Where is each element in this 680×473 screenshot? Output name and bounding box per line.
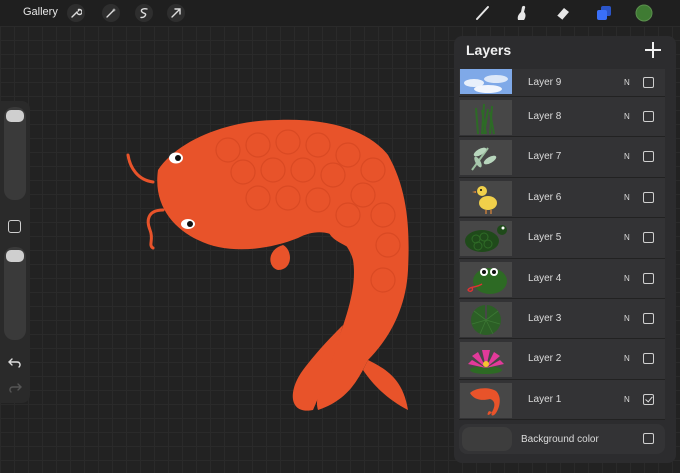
opacity-slider[interactable] <box>4 247 26 340</box>
undo-icon[interactable] <box>6 356 24 370</box>
layer-thumbnail <box>460 140 512 176</box>
visibility-checkbox[interactable] <box>643 353 654 365</box>
wrench-icon[interactable] <box>67 4 85 22</box>
brush-size-thumb[interactable] <box>6 110 24 122</box>
blend-mode[interactable]: N <box>624 152 630 161</box>
background-visibility-checkbox[interactable] <box>643 433 654 444</box>
layer-name: Layer 8 <box>528 111 562 122</box>
brush-icon[interactable] <box>473 3 493 23</box>
layer-thumbnail <box>460 301 512 337</box>
blend-mode[interactable]: N <box>624 395 630 404</box>
brush-size-slider[interactable] <box>4 107 26 200</box>
visibility-checkbox[interactable] <box>643 151 654 163</box>
layer-name: Layer 6 <box>528 191 562 203</box>
layer-row-3[interactable]: Layer 3 N <box>459 298 665 340</box>
layer-name: Layer 5 <box>528 232 562 244</box>
redo-icon[interactable] <box>6 381 24 395</box>
visibility-checkbox[interactable] <box>643 77 654 88</box>
layer-row-4[interactable]: Layer 4 N <box>459 258 665 299</box>
layer-name: Layer 2 <box>528 353 562 365</box>
layer-thumbnail <box>460 180 512 216</box>
layers-icon[interactable] <box>594 3 614 23</box>
opacity-thumb[interactable] <box>6 250 24 262</box>
add-layer-icon[interactable] <box>644 41 662 59</box>
layer-row-9[interactable]: Layer 9 N <box>459 69 665 97</box>
blend-mode[interactable]: N <box>624 314 630 323</box>
layer-name: Layer 1 <box>528 393 562 405</box>
layer-row-5[interactable]: Layer 5 N <box>459 218 665 259</box>
layer-thumbnail <box>460 221 512 257</box>
magic-wand-icon[interactable] <box>102 4 120 22</box>
layer-thumbnail <box>460 342 512 378</box>
blend-mode[interactable]: N <box>624 78 630 87</box>
layer-thumbnail <box>460 261 512 297</box>
blend-mode[interactable]: N <box>624 274 630 283</box>
visibility-checkbox[interactable] <box>643 191 654 203</box>
smudge-icon[interactable] <box>512 3 532 23</box>
layer-name: Layer 3 <box>528 312 562 324</box>
layer-row-7[interactable]: Layer 7 N <box>459 137 665 178</box>
blend-mode[interactable]: N <box>624 193 630 202</box>
visibility-checkbox[interactable] <box>643 312 654 324</box>
layers-panel: Layers Layer 9 N Layer 8 N Layer 7 N Lay… <box>454 36 676 463</box>
blend-mode[interactable]: N <box>624 112 630 121</box>
background-color-swatch[interactable] <box>462 427 512 451</box>
background-color-row[interactable]: Background color <box>459 424 665 454</box>
visibility-checkbox[interactable] <box>643 232 654 244</box>
color-swatch[interactable] <box>634 3 654 23</box>
blend-mode[interactable]: N <box>624 354 630 363</box>
layer-row-1[interactable]: Layer 1 N <box>459 379 665 421</box>
layer-name: Layer 7 <box>528 151 562 163</box>
layers-panel-title: Layers <box>466 42 512 58</box>
koi-fish-artwork <box>126 119 409 411</box>
layer-list: Layer 9 N Layer 8 N Layer 7 N Layer 6 N … <box>459 69 665 421</box>
visibility-checkbox[interactable] <box>643 272 654 284</box>
layer-thumbnail <box>460 382 512 418</box>
blend-mode[interactable]: N <box>624 233 630 242</box>
layer-row-2[interactable]: Layer 2 N <box>459 339 665 380</box>
top-toolbar: Gallery <box>0 0 680 26</box>
layer-thumbnail <box>460 69 512 94</box>
gallery-button[interactable]: Gallery <box>23 6 58 18</box>
layer-row-8[interactable]: Layer 8 N <box>459 97 665 138</box>
layer-row-6[interactable]: Layer 6 N <box>459 177 665 219</box>
layer-name: Layer 4 <box>528 272 562 284</box>
left-sidebar <box>0 101 30 403</box>
selection-icon[interactable] <box>135 4 153 22</box>
modify-button[interactable] <box>8 220 21 233</box>
visibility-checkbox[interactable] <box>643 393 654 405</box>
layer-name: Layer 9 <box>528 77 562 88</box>
layer-thumbnail <box>460 100 512 135</box>
eraser-icon[interactable] <box>553 3 573 23</box>
background-color-label: Background color <box>521 434 599 445</box>
transform-arrow-icon[interactable] <box>167 4 185 22</box>
visibility-checkbox[interactable] <box>643 111 654 122</box>
